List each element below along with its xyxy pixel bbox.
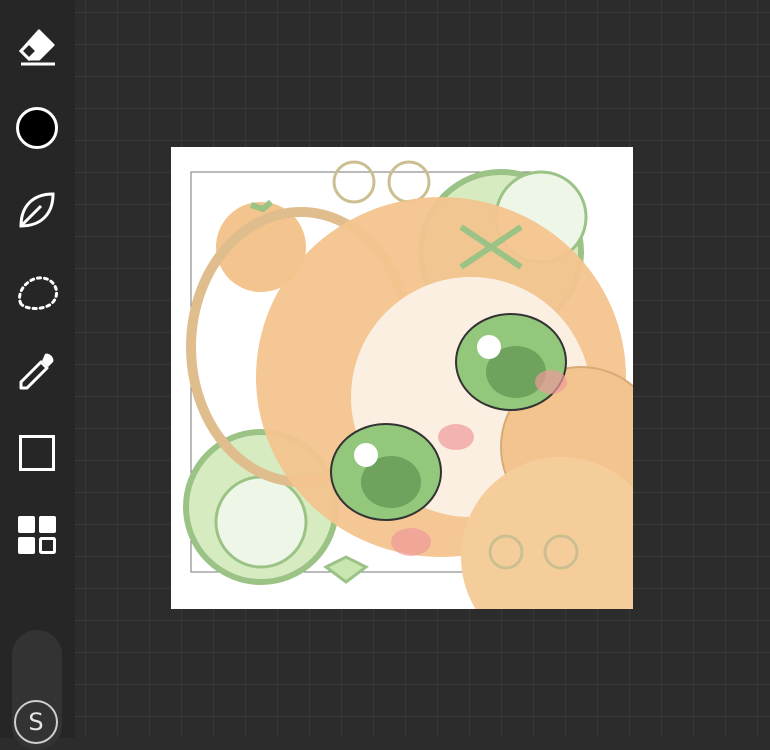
layers-tool[interactable] xyxy=(12,510,62,560)
eraser-tool[interactable] xyxy=(12,22,62,72)
brush-tool[interactable] xyxy=(12,185,62,235)
lasso-icon xyxy=(18,276,59,310)
leaf-brush-icon xyxy=(19,192,55,228)
s-button[interactable]: S xyxy=(14,700,58,744)
eyedropper-icon xyxy=(19,353,54,390)
color-swatch-icon xyxy=(16,107,58,149)
toolbar: S xyxy=(0,0,75,750)
color-tool[interactable] xyxy=(12,103,62,153)
square-icon xyxy=(19,435,55,471)
artwork-illustration xyxy=(183,160,633,609)
layers-grid-icon xyxy=(18,516,56,554)
artwork-canvas[interactable] xyxy=(171,147,633,609)
eyedropper-tool[interactable] xyxy=(12,347,62,397)
eraser-icon xyxy=(18,29,55,66)
lasso-tool[interactable] xyxy=(12,267,62,317)
shape-tool[interactable] xyxy=(12,428,62,478)
